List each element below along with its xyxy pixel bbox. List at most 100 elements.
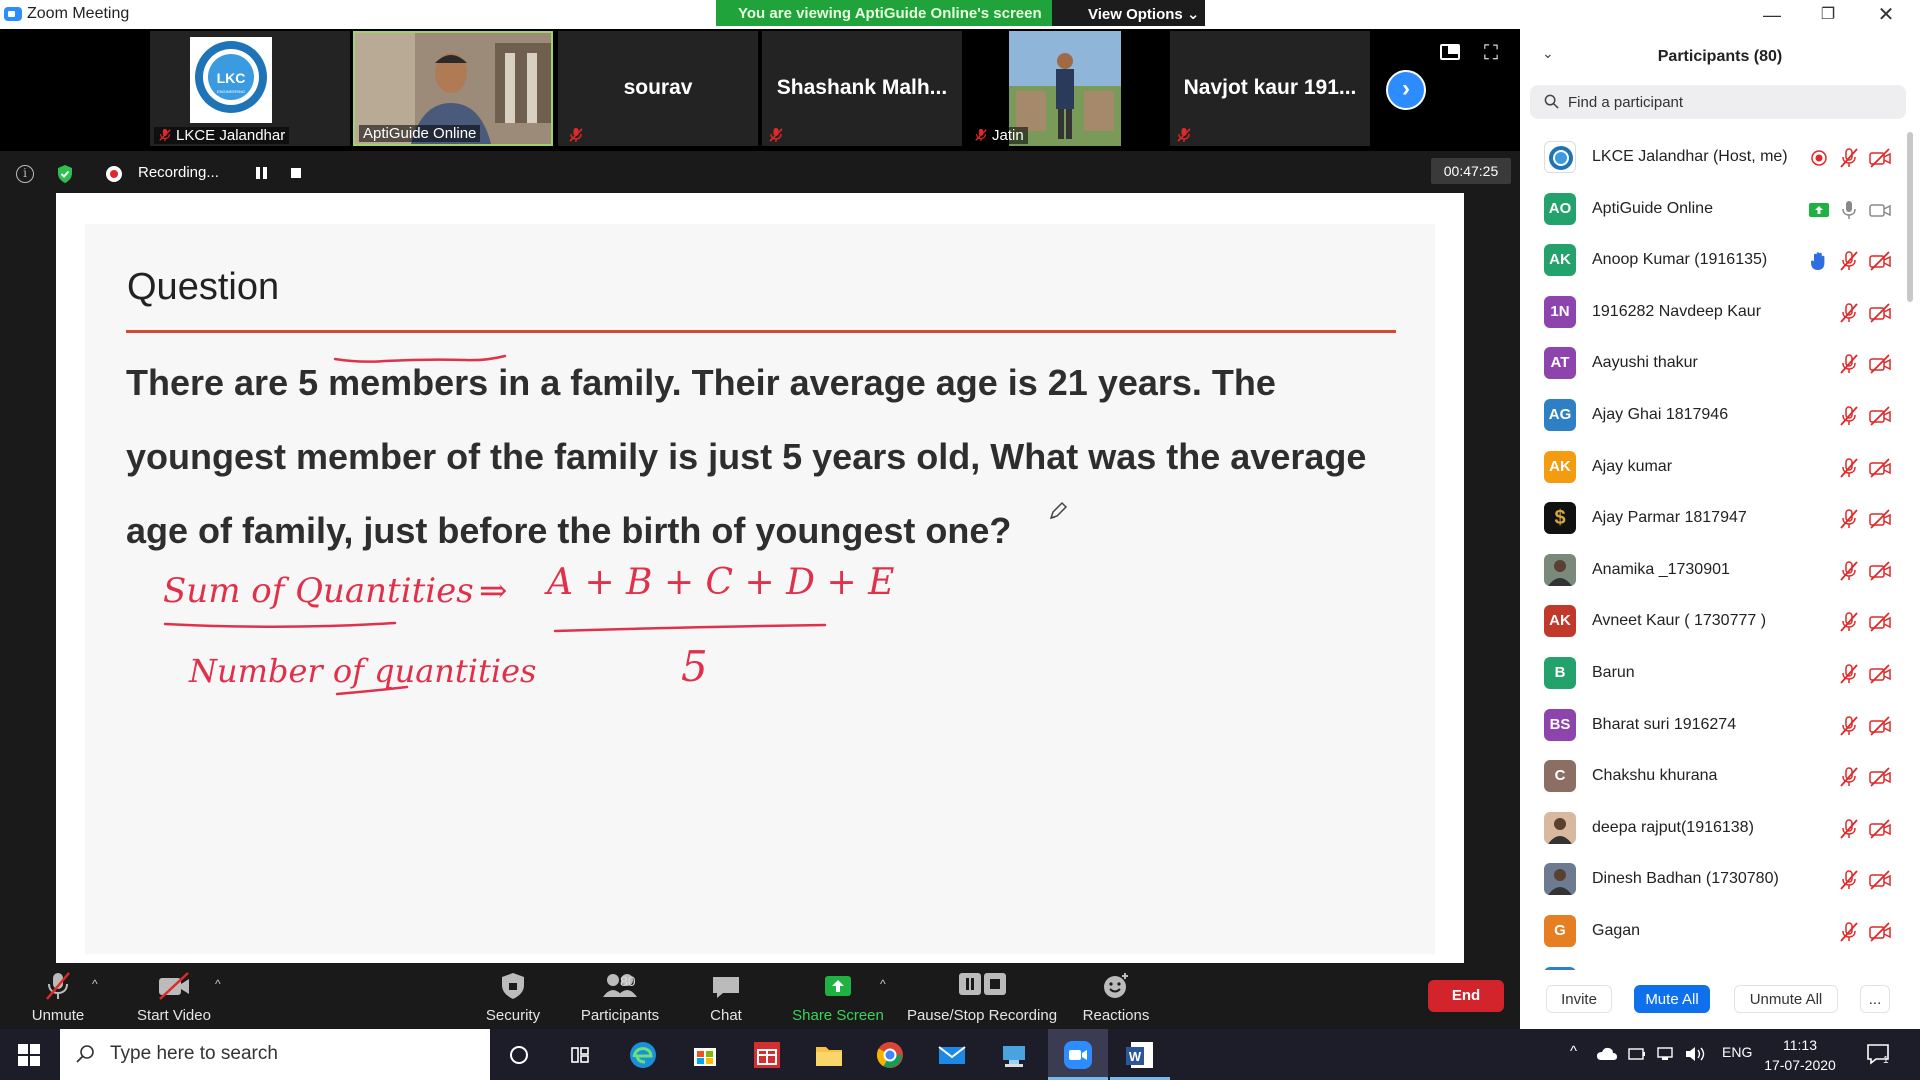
participant-row[interactable]: $ Ajay Parmar 1817947 xyxy=(1520,493,1906,544)
reactions-button[interactable]: Reactions xyxy=(1076,969,1156,1027)
muted-mic-icon[interactable] xyxy=(1838,663,1860,685)
video-off-icon[interactable] xyxy=(1868,664,1892,684)
layout-toggle-icon[interactable] xyxy=(1440,44,1460,60)
participant-row-partial[interactable] xyxy=(1520,958,1906,970)
video-tile-navjot[interactable]: Navjot kaur 191... xyxy=(1170,31,1370,146)
onedrive-cloud-icon[interactable] xyxy=(1596,1045,1618,1063)
chat-button[interactable]: Chat xyxy=(694,969,758,1027)
participant-row[interactable]: C Chakshu khurana xyxy=(1520,751,1906,802)
taskbar-search-box[interactable]: Type here to search xyxy=(60,1029,490,1080)
edge-browser-icon[interactable] xyxy=(626,1038,660,1072)
video-off-icon[interactable] xyxy=(1868,819,1892,839)
participant-row[interactable]: Anamika _1730901 xyxy=(1520,545,1906,596)
pause-stop-recording-button[interactable]: Pause/Stop Recording xyxy=(904,969,1060,1027)
video-off-icon[interactable] xyxy=(1868,715,1892,736)
notification-center-icon[interactable]: 1 xyxy=(1866,1043,1890,1065)
participant-row[interactable]: deepa rajput(1916138) xyxy=(1520,803,1906,854)
video-off-icon[interactable] xyxy=(1868,922,1892,942)
participant-row[interactable]: AG Ajay Ghai 1817946 xyxy=(1520,390,1906,441)
invite-button[interactable]: Invite xyxy=(1546,985,1612,1013)
participant-row[interactable]: AT Aayushi thakur xyxy=(1520,338,1906,389)
participant-row[interactable]: Dinesh Badhan (1730780) xyxy=(1520,854,1906,905)
video-off-icon[interactable] xyxy=(1868,612,1892,633)
video-tile-aptiguide[interactable]: AptiGuide Online xyxy=(353,31,553,146)
taskbar-clock[interactable]: 11:13 17-07-2020 xyxy=(1760,1035,1840,1075)
close-button[interactable]: ✕ xyxy=(1866,3,1906,27)
muted-mic-icon[interactable] xyxy=(1838,921,1860,943)
share-options-caret-icon[interactable]: ^ xyxy=(880,977,886,991)
video-off-icon[interactable] xyxy=(1868,767,1892,787)
maximize-button[interactable]: ❐ xyxy=(1808,3,1848,27)
participant-row[interactable]: G Gagan xyxy=(1520,906,1906,957)
minimize-button[interactable]: — xyxy=(1752,3,1792,27)
muted-mic-icon[interactable] xyxy=(1838,353,1860,375)
participant-search-input[interactable] xyxy=(1568,91,1888,113)
mail-icon[interactable] xyxy=(935,1038,969,1072)
participants-button[interactable]: 80 Participants xyxy=(570,969,670,1027)
participant-row[interactable]: B Barun xyxy=(1520,648,1906,699)
share-screen-button[interactable]: Share Screen xyxy=(784,969,892,1027)
participant-row[interactable]: AK Anoop Kumar (1916135) xyxy=(1520,235,1906,286)
mute-all-button[interactable]: Mute All xyxy=(1634,985,1710,1013)
chrome-browser-icon[interactable] xyxy=(873,1038,907,1072)
muted-mic-icon[interactable] xyxy=(1838,715,1860,737)
participant-list-scrollbar[interactable] xyxy=(1907,132,1913,302)
muted-mic-icon[interactable] xyxy=(1838,560,1860,582)
participant-row[interactable]: AK Avneet Kaur ( 1730777 ) xyxy=(1520,596,1906,647)
muted-mic-icon[interactable] xyxy=(1838,508,1860,530)
muted-mic-icon[interactable] xyxy=(1838,405,1860,427)
participant-row[interactable]: BS Bharat suri 1916274 xyxy=(1520,700,1906,751)
gift-app-icon[interactable] xyxy=(750,1038,784,1072)
video-off-icon[interactable] xyxy=(1868,303,1892,323)
file-explorer-icon[interactable] xyxy=(812,1038,846,1072)
video-off-icon[interactable] xyxy=(1868,406,1892,426)
encryption-shield-icon[interactable] xyxy=(56,164,74,184)
video-off-icon[interactable] xyxy=(1868,251,1892,271)
video-tile-jatin[interactable]: Jatin xyxy=(966,31,1166,146)
video-tile-sourav[interactable]: sourav xyxy=(558,31,758,146)
more-options-button[interactable]: ... xyxy=(1860,985,1890,1013)
end-meeting-button[interactable]: End xyxy=(1428,980,1504,1012)
muted-mic-icon[interactable] xyxy=(1838,818,1860,840)
video-options-caret-icon[interactable]: ^ xyxy=(215,977,221,991)
next-page-arrow-icon[interactable]: › xyxy=(1386,70,1426,110)
muted-mic-icon[interactable] xyxy=(1838,250,1860,272)
video-icon[interactable] xyxy=(1868,200,1892,220)
network-icon[interactable] xyxy=(1656,1045,1676,1063)
zoom-app-icon[interactable] xyxy=(1061,1038,1095,1072)
participant-row[interactable]: LKCE Jalandhar (Host, me) xyxy=(1520,132,1906,183)
video-tile-shashank[interactable]: Shashank Malh... xyxy=(762,31,962,146)
battery-icon[interactable] xyxy=(1628,1046,1646,1062)
participant-row[interactable]: AK Ajay kumar xyxy=(1520,442,1906,493)
video-off-icon[interactable] xyxy=(1868,561,1892,581)
muted-mic-icon[interactable] xyxy=(1838,869,1860,891)
info-icon[interactable]: i xyxy=(16,165,34,183)
word-app-icon[interactable]: W xyxy=(1123,1038,1157,1072)
view-options-button[interactable]: View Options ⌄ xyxy=(1052,0,1205,26)
stop-recording-icon[interactable] xyxy=(291,168,301,178)
cortana-icon[interactable] xyxy=(502,1038,536,1072)
audio-options-caret-icon[interactable]: ^ xyxy=(92,977,98,991)
fullscreen-icon[interactable]: ⛶ xyxy=(1484,43,1504,63)
video-off-icon[interactable] xyxy=(1868,354,1892,375)
video-tile-lkce[interactable]: LKC ENGINEERING LKCE Jalandhar xyxy=(150,31,350,146)
muted-mic-icon[interactable] xyxy=(1838,611,1860,633)
security-button[interactable]: Security xyxy=(470,969,556,1027)
volume-icon[interactable] xyxy=(1684,1045,1706,1063)
video-off-icon[interactable] xyxy=(1868,148,1892,168)
video-off-icon[interactable] xyxy=(1868,509,1892,529)
pause-recording-icon[interactable] xyxy=(256,167,268,179)
unmute-all-button[interactable]: Unmute All xyxy=(1734,985,1838,1013)
network-app-icon[interactable] xyxy=(997,1038,1031,1072)
start-video-button[interactable]: Start Video xyxy=(126,969,222,1027)
windows-start-icon[interactable] xyxy=(18,1044,40,1066)
muted-mic-icon[interactable] xyxy=(1838,147,1860,169)
unmute-button[interactable]: Unmute xyxy=(18,969,98,1027)
microsoft-store-icon[interactable] xyxy=(688,1038,722,1072)
participant-row[interactable]: AO AptiGuide Online xyxy=(1520,184,1906,235)
muted-mic-icon[interactable] xyxy=(1838,457,1860,479)
tray-chevron-up-icon[interactable]: ^ xyxy=(1570,1043,1577,1060)
input-language-indicator[interactable]: ENG xyxy=(1722,1044,1752,1060)
video-off-icon[interactable] xyxy=(1868,870,1892,891)
video-off-icon[interactable] xyxy=(1868,457,1892,478)
